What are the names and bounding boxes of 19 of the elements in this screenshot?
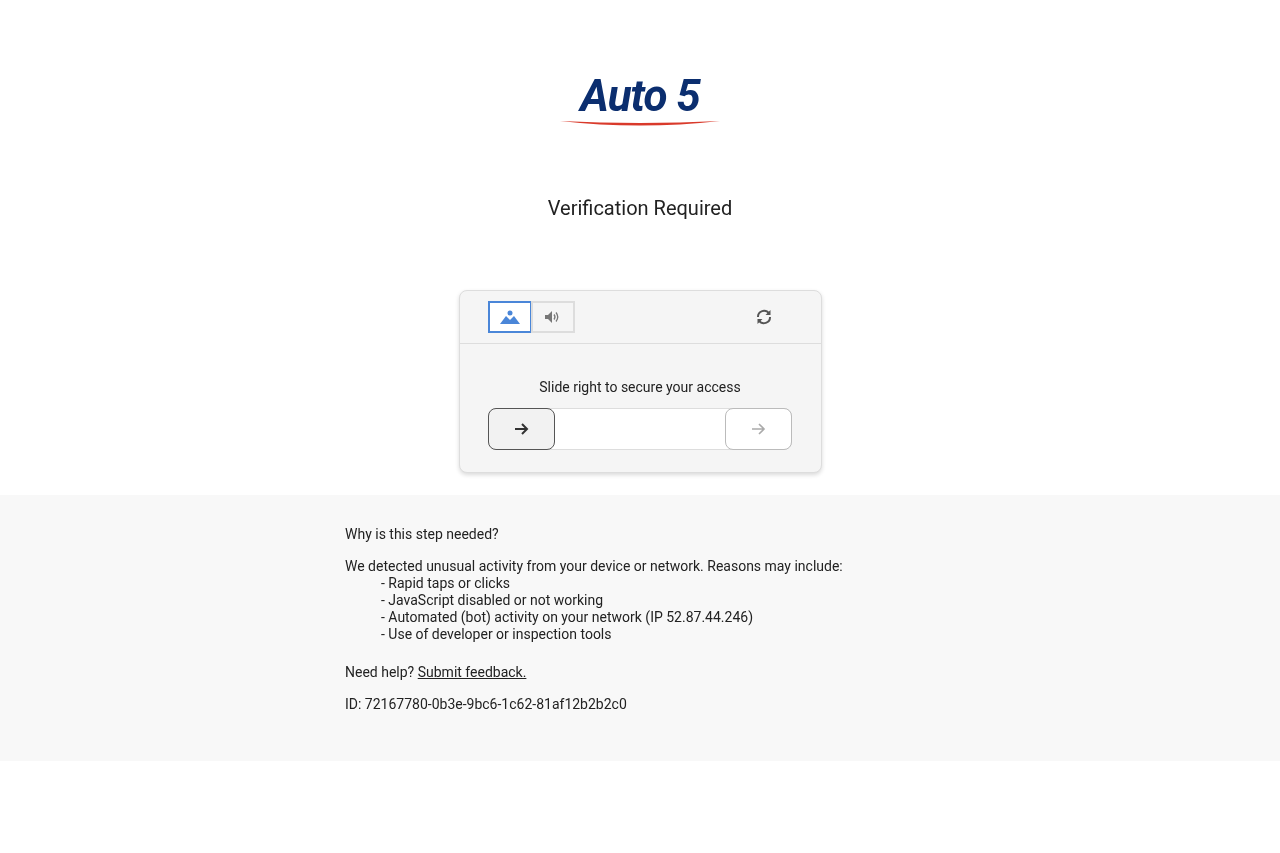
arrow-icon [751,423,766,435]
slider-instruction: Slide right to secure your access [539,378,741,396]
slider-handle[interactable] [488,408,555,450]
page-title: Verification Required [547,195,733,222]
feedback-link[interactable]: Submit feedback. [417,664,527,680]
refresh-icon[interactable] [754,308,773,326]
request-id: ID: 72167780-0b3e-9bc6-1c62-81af12b2b2c0 [345,696,628,713]
reason-item: - Automated (bot) activity on your network (IP 52.87.44.246) [381,609,754,626]
speaker-icon [544,311,561,323]
info-heading: Why is this step needed? [345,526,500,543]
logo: Auto 5 [560,72,720,128]
mode-tab[interactable] [487,301,532,333]
reason-item: - Rapid taps or clicks [381,575,511,592]
info-intro: We detected unusual activity from your device or network. Reasons may include: [345,558,844,575]
arrow-icon [514,423,529,435]
image-icon [499,310,520,324]
reason-item: - Use of developer or inspection tools [381,626,613,643]
reason-item: - JavaScript disabled or not working [381,592,605,609]
help-text: Need help? Submit feedback. [345,664,528,681]
